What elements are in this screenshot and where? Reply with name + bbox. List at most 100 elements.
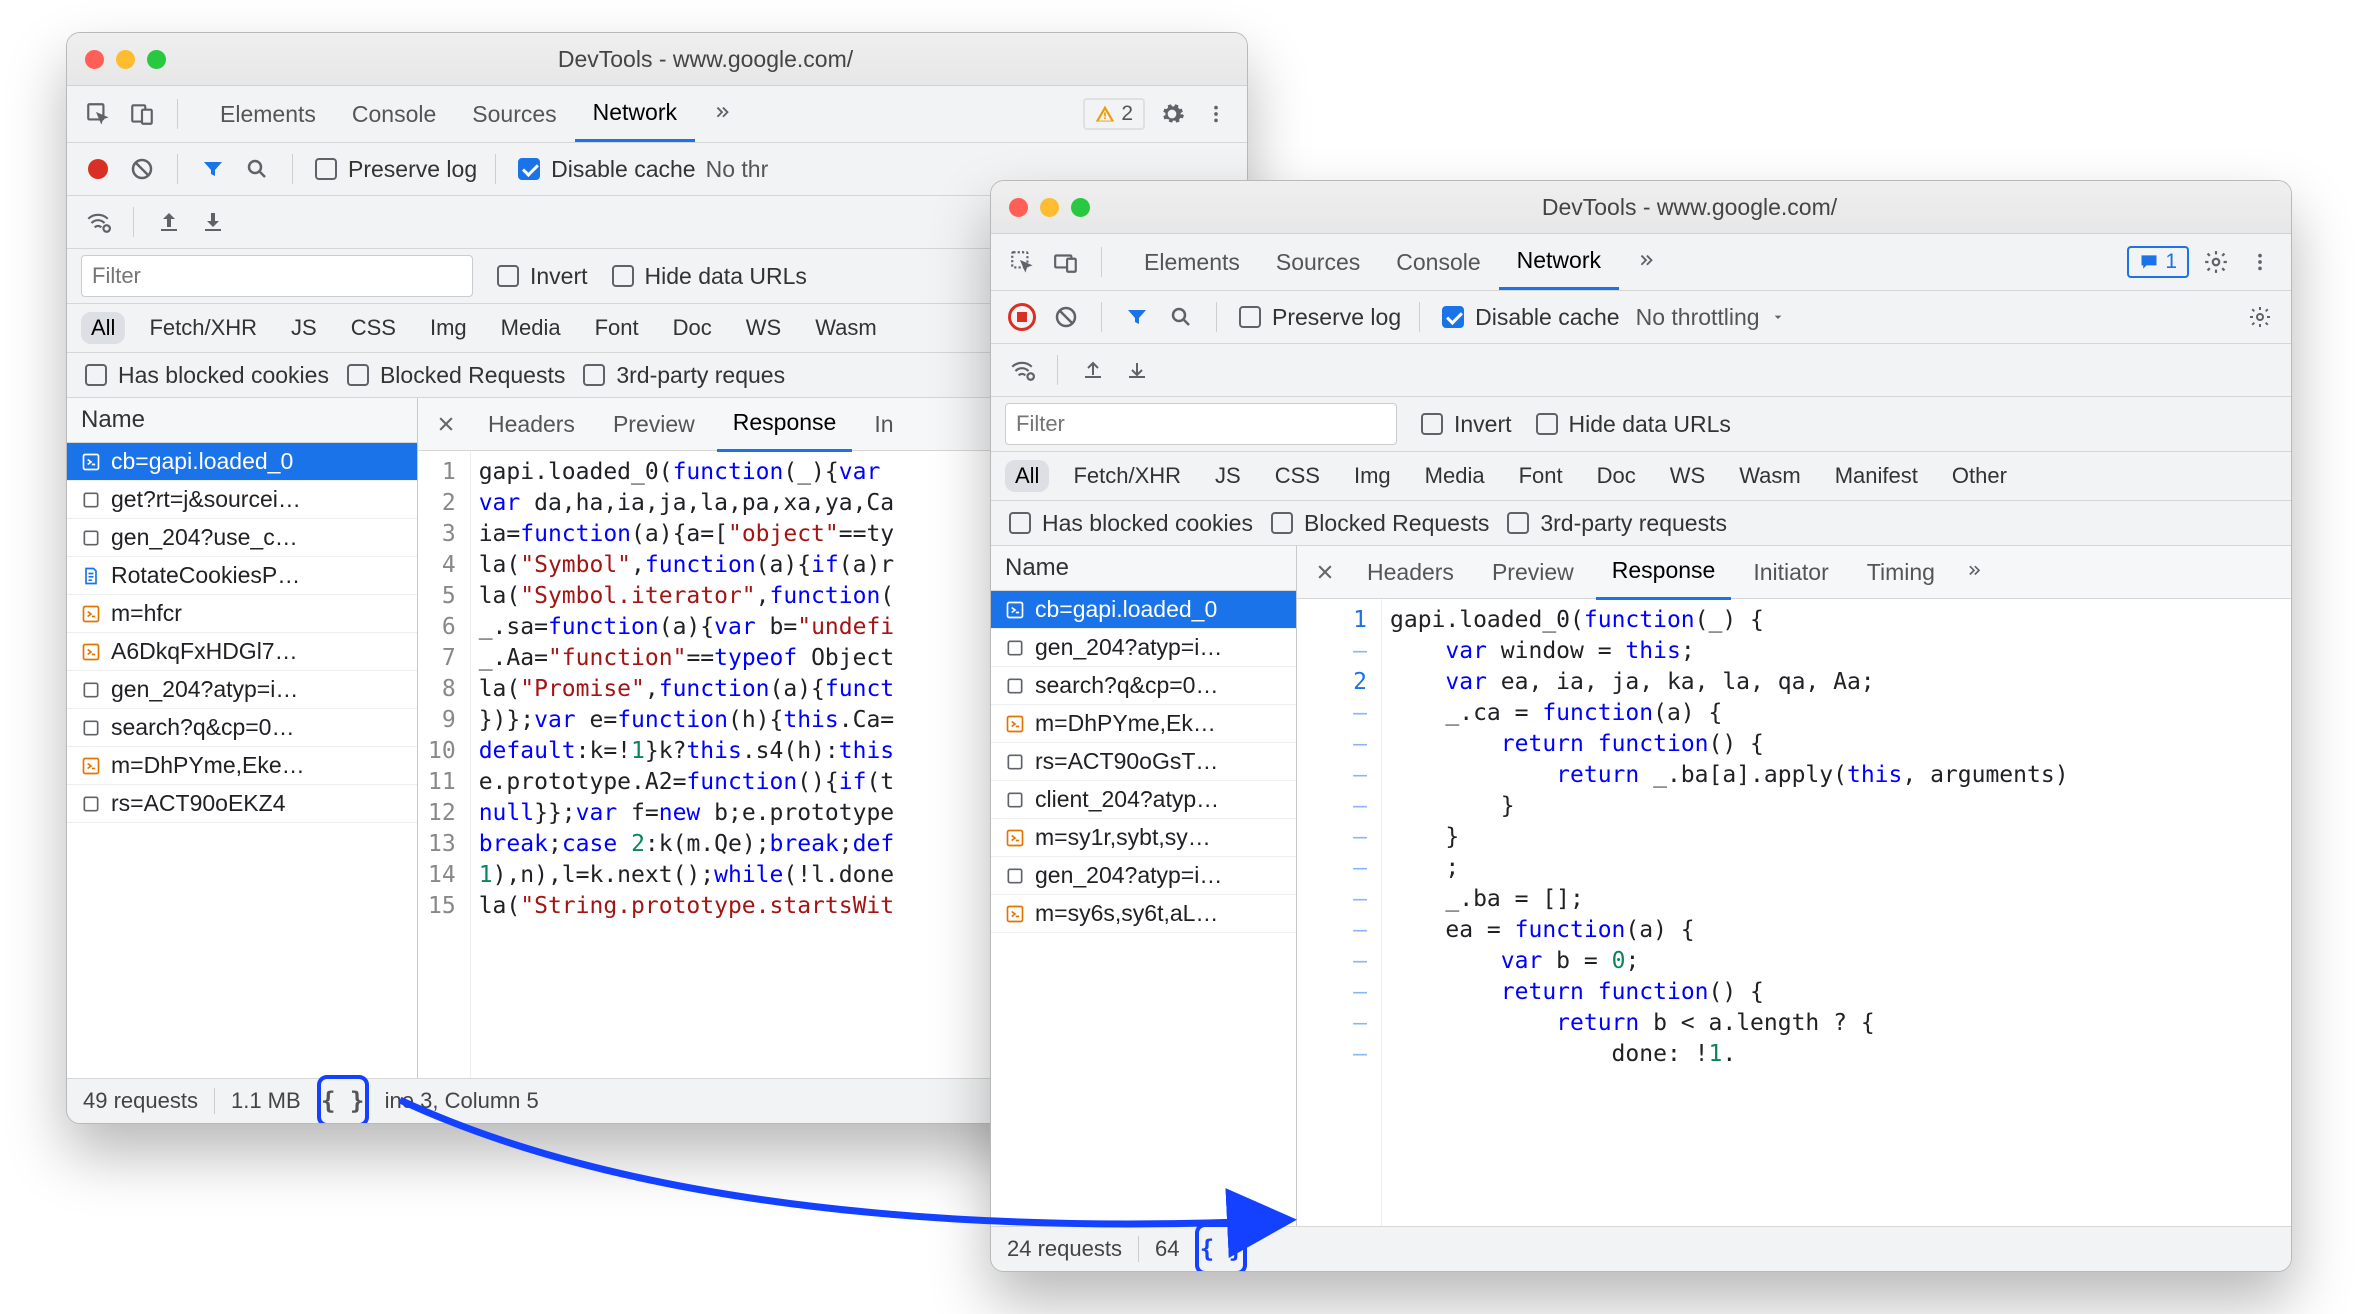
type-filter[interactable]: Media	[1415, 460, 1495, 492]
device-toggle-icon[interactable]	[1049, 245, 1083, 279]
tab-elements[interactable]: Elements	[1126, 234, 1258, 290]
type-filter[interactable]: Fetch/XHR	[1063, 460, 1191, 492]
request-row[interactable]: m=hfcr	[67, 595, 417, 633]
clear-button[interactable]	[125, 152, 159, 186]
gear-icon[interactable]	[2243, 300, 2277, 334]
gear-icon[interactable]	[2199, 245, 2233, 279]
upload-icon[interactable]	[1076, 353, 1110, 387]
close-icon[interactable]	[432, 410, 460, 438]
type-filter[interactable]: Other	[1942, 460, 2017, 492]
record-button[interactable]	[81, 152, 115, 186]
type-filter-all[interactable]: All	[81, 312, 125, 344]
request-row[interactable]: client_204?atyp…	[991, 781, 1296, 819]
minimize-window-button[interactable]	[116, 50, 135, 69]
request-row[interactable]: m=sy6s,sy6t,aL…	[991, 895, 1296, 933]
detail-tab-response[interactable]: Response	[1596, 546, 1732, 600]
chevron-right-icon[interactable]	[1629, 245, 1663, 279]
kebab-menu-icon[interactable]	[1199, 97, 1233, 131]
chevron-right-icon[interactable]	[1957, 555, 1991, 589]
warnings-badge[interactable]: 2	[1083, 98, 1145, 130]
download-icon[interactable]	[1120, 353, 1154, 387]
detail-tab-preview[interactable]: Preview	[1476, 546, 1590, 598]
detail-tab-headers[interactable]: Headers	[1351, 546, 1470, 598]
tab-sources[interactable]: Sources	[1258, 234, 1378, 290]
disable-cache-checkbox[interactable]: Disable cache	[1438, 303, 1619, 331]
type-filter[interactable]: JS	[281, 312, 327, 344]
request-row[interactable]: gen_204?use_c…	[67, 519, 417, 557]
blocked-cookies-checkbox[interactable]: Has blocked cookies	[1005, 509, 1253, 537]
chevron-down-icon[interactable]	[1770, 309, 1786, 325]
tab-sources[interactable]: Sources	[454, 86, 574, 142]
type-filter[interactable]: WS	[1660, 460, 1715, 492]
minimize-window-button[interactable]	[1040, 198, 1059, 217]
request-row[interactable]: RotateCookiesP…	[67, 557, 417, 595]
tab-console[interactable]: Console	[1378, 234, 1498, 290]
device-toggle-icon[interactable]	[125, 97, 159, 131]
request-row[interactable]: A6DkqFxHDGl7…	[67, 633, 417, 671]
preserve-log-checkbox[interactable]: Preserve log	[311, 155, 477, 183]
type-filter[interactable]: Manifest	[1825, 460, 1928, 492]
detail-tab-initiator[interactable]: Initiator	[1737, 546, 1844, 598]
clear-button[interactable]	[1049, 300, 1083, 334]
request-row[interactable]: rs=ACT90oEKZ4	[67, 785, 417, 823]
request-row[interactable]: gen_204?atyp=i…	[991, 857, 1296, 895]
preserve-log-checkbox[interactable]: Preserve log	[1235, 303, 1401, 331]
tab-console[interactable]: Console	[334, 86, 454, 142]
type-filter[interactable]: Img	[420, 312, 477, 344]
type-filter[interactable]: JS	[1205, 460, 1251, 492]
detail-tab-headers[interactable]: Headers	[472, 398, 591, 450]
network-conditions-icon[interactable]	[1005, 353, 1039, 387]
request-row[interactable]: m=sy1r,sybt,sy…	[991, 819, 1296, 857]
request-row[interactable]: get?rt=j&sourcei…	[67, 481, 417, 519]
throttling-dropdown[interactable]: No throttling	[1636, 304, 1760, 331]
zoom-window-button[interactable]	[1071, 198, 1090, 217]
type-filter[interactable]: Font	[585, 312, 649, 344]
close-icon[interactable]	[1311, 558, 1339, 586]
type-filter[interactable]: CSS	[1265, 460, 1330, 492]
pretty-print-button[interactable]: { }	[1195, 1223, 1247, 1272]
invert-checkbox[interactable]: Invert	[493, 262, 588, 290]
detail-tab-timing[interactable]: Timing	[1851, 546, 1951, 598]
detail-tab-response[interactable]: Response	[717, 398, 853, 452]
detail-tab-more[interactable]: In	[858, 398, 909, 450]
third-party-checkbox[interactable]: 3rd-party reques	[579, 361, 785, 389]
inspect-icon[interactable]	[81, 97, 115, 131]
filter-input[interactable]	[81, 255, 473, 297]
network-conditions-icon[interactable]	[81, 205, 115, 239]
zoom-window-button[interactable]	[147, 50, 166, 69]
name-column-header[interactable]: Name	[991, 546, 1296, 591]
gear-icon[interactable]	[1155, 97, 1189, 131]
throttling-dropdown[interactable]: No thr	[706, 156, 769, 183]
kebab-menu-icon[interactable]	[2243, 245, 2277, 279]
request-row[interactable]: gen_204?atyp=i…	[67, 671, 417, 709]
invert-checkbox[interactable]: Invert	[1417, 410, 1512, 438]
request-row[interactable]: m=DhPYme,Eke…	[67, 747, 417, 785]
blocked-requests-checkbox[interactable]: Blocked Requests	[343, 361, 565, 389]
chevron-right-icon[interactable]	[705, 97, 739, 131]
type-filter[interactable]: Fetch/XHR	[139, 312, 267, 344]
search-icon[interactable]	[240, 152, 274, 186]
request-row[interactable]: cb=gapi.loaded_0	[991, 591, 1296, 629]
request-row[interactable]: search?q&cp=0…	[991, 667, 1296, 705]
request-row[interactable]: gen_204?atyp=i…	[991, 629, 1296, 667]
close-window-button[interactable]	[1009, 198, 1028, 217]
type-filter[interactable]: WS	[736, 312, 791, 344]
type-filter[interactable]: Font	[1509, 460, 1573, 492]
type-filter[interactable]: Img	[1344, 460, 1401, 492]
type-filter[interactable]: Wasm	[805, 312, 887, 344]
pretty-print-button[interactable]: { }	[317, 1075, 369, 1124]
name-column-header[interactable]: Name	[67, 398, 417, 443]
hide-data-urls-checkbox[interactable]: Hide data URLs	[1532, 410, 1731, 438]
type-filter[interactable]: Wasm	[1729, 460, 1811, 492]
filter-input[interactable]	[1005, 403, 1397, 445]
inspect-icon[interactable]	[1005, 245, 1039, 279]
download-icon[interactable]	[196, 205, 230, 239]
search-icon[interactable]	[1164, 300, 1198, 334]
filter-icon[interactable]	[196, 152, 230, 186]
type-filter[interactable]: Doc	[1587, 460, 1646, 492]
third-party-checkbox[interactable]: 3rd-party requests	[1503, 509, 1727, 537]
tab-network[interactable]: Network	[1499, 234, 1619, 290]
request-row[interactable]: m=DhPYme,Ek…	[991, 705, 1296, 743]
type-filter[interactable]: Media	[491, 312, 571, 344]
type-filter[interactable]: All	[1005, 460, 1049, 492]
